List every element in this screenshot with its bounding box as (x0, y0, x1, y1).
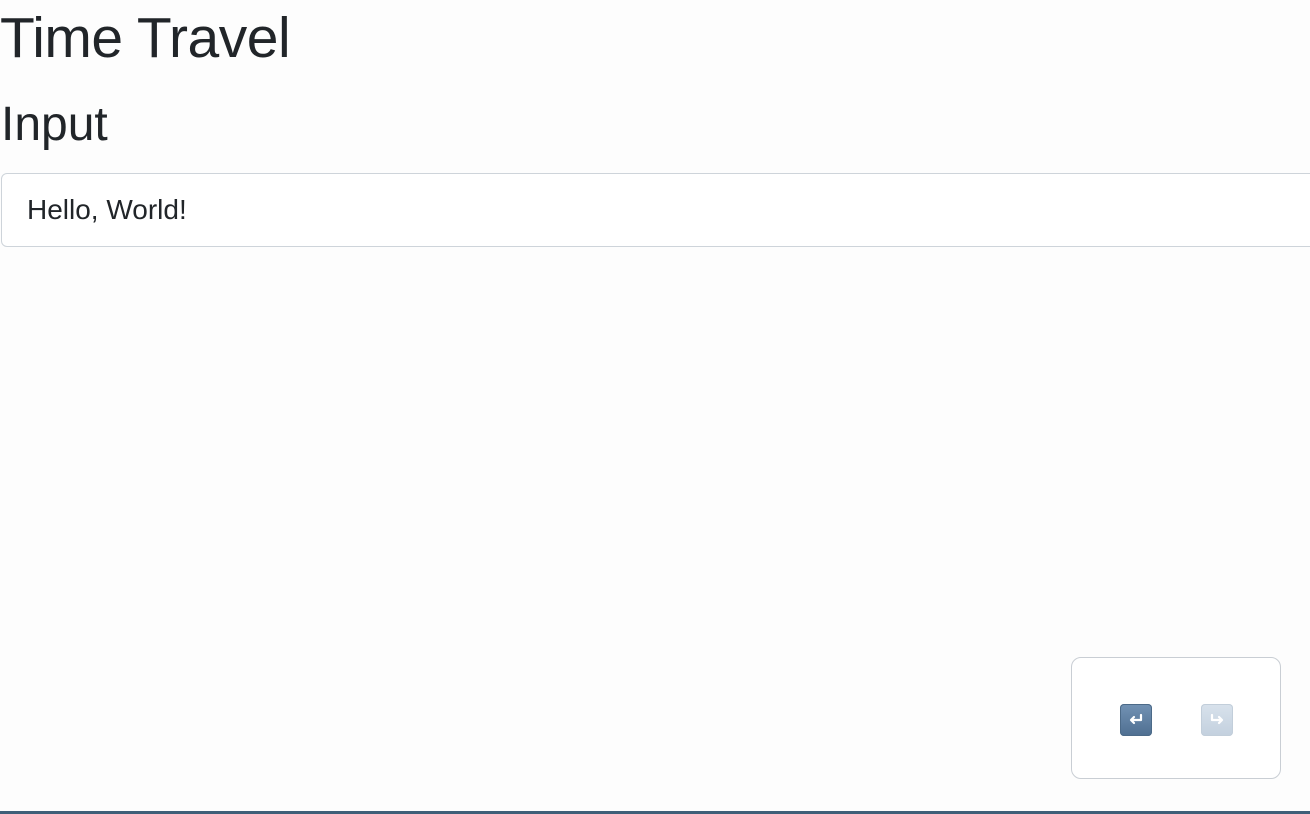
text-input[interactable] (1, 173, 1310, 247)
page-title: Time Travel (0, 6, 291, 70)
redo-button[interactable] (1201, 704, 1233, 736)
history-controls-panel (1071, 657, 1281, 779)
redo-icon (1207, 711, 1227, 729)
input-section-title: Input (1, 98, 108, 151)
undo-button[interactable] (1120, 704, 1152, 736)
time-travel-page: Time Travel Input (0, 0, 1310, 814)
undo-icon (1126, 711, 1146, 729)
